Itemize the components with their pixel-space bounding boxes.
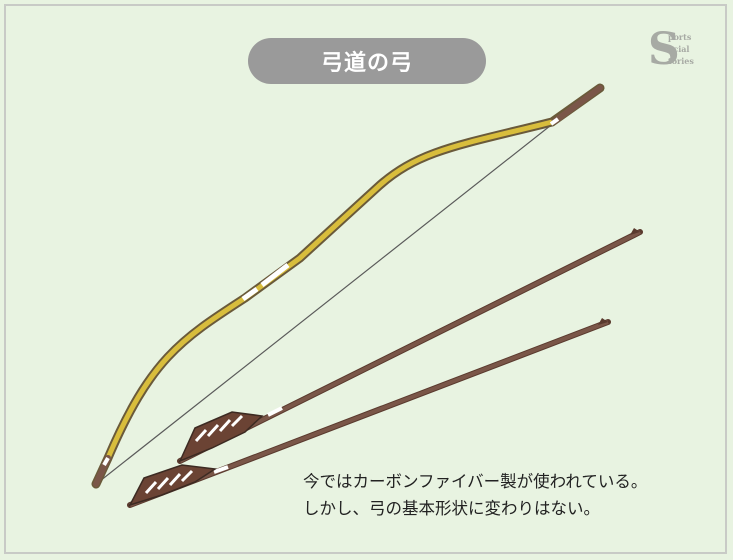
caption-line-2: しかし、弓の基本形状に変わりはない。	[303, 499, 600, 518]
caption-line-1: 今ではカーボンファイバー製が使われている。	[303, 472, 648, 491]
bow-top-tip	[552, 85, 603, 124]
caption: 今ではカーボンファイバー製が使われている。 しかし、弓の基本形状に変わりはない。	[303, 468, 647, 522]
upper-arrow-fletching	[178, 411, 264, 463]
upper-arrow	[177, 228, 643, 464]
lower-arrow-fletching	[128, 464, 218, 507]
bow-limb	[105, 119, 553, 459]
